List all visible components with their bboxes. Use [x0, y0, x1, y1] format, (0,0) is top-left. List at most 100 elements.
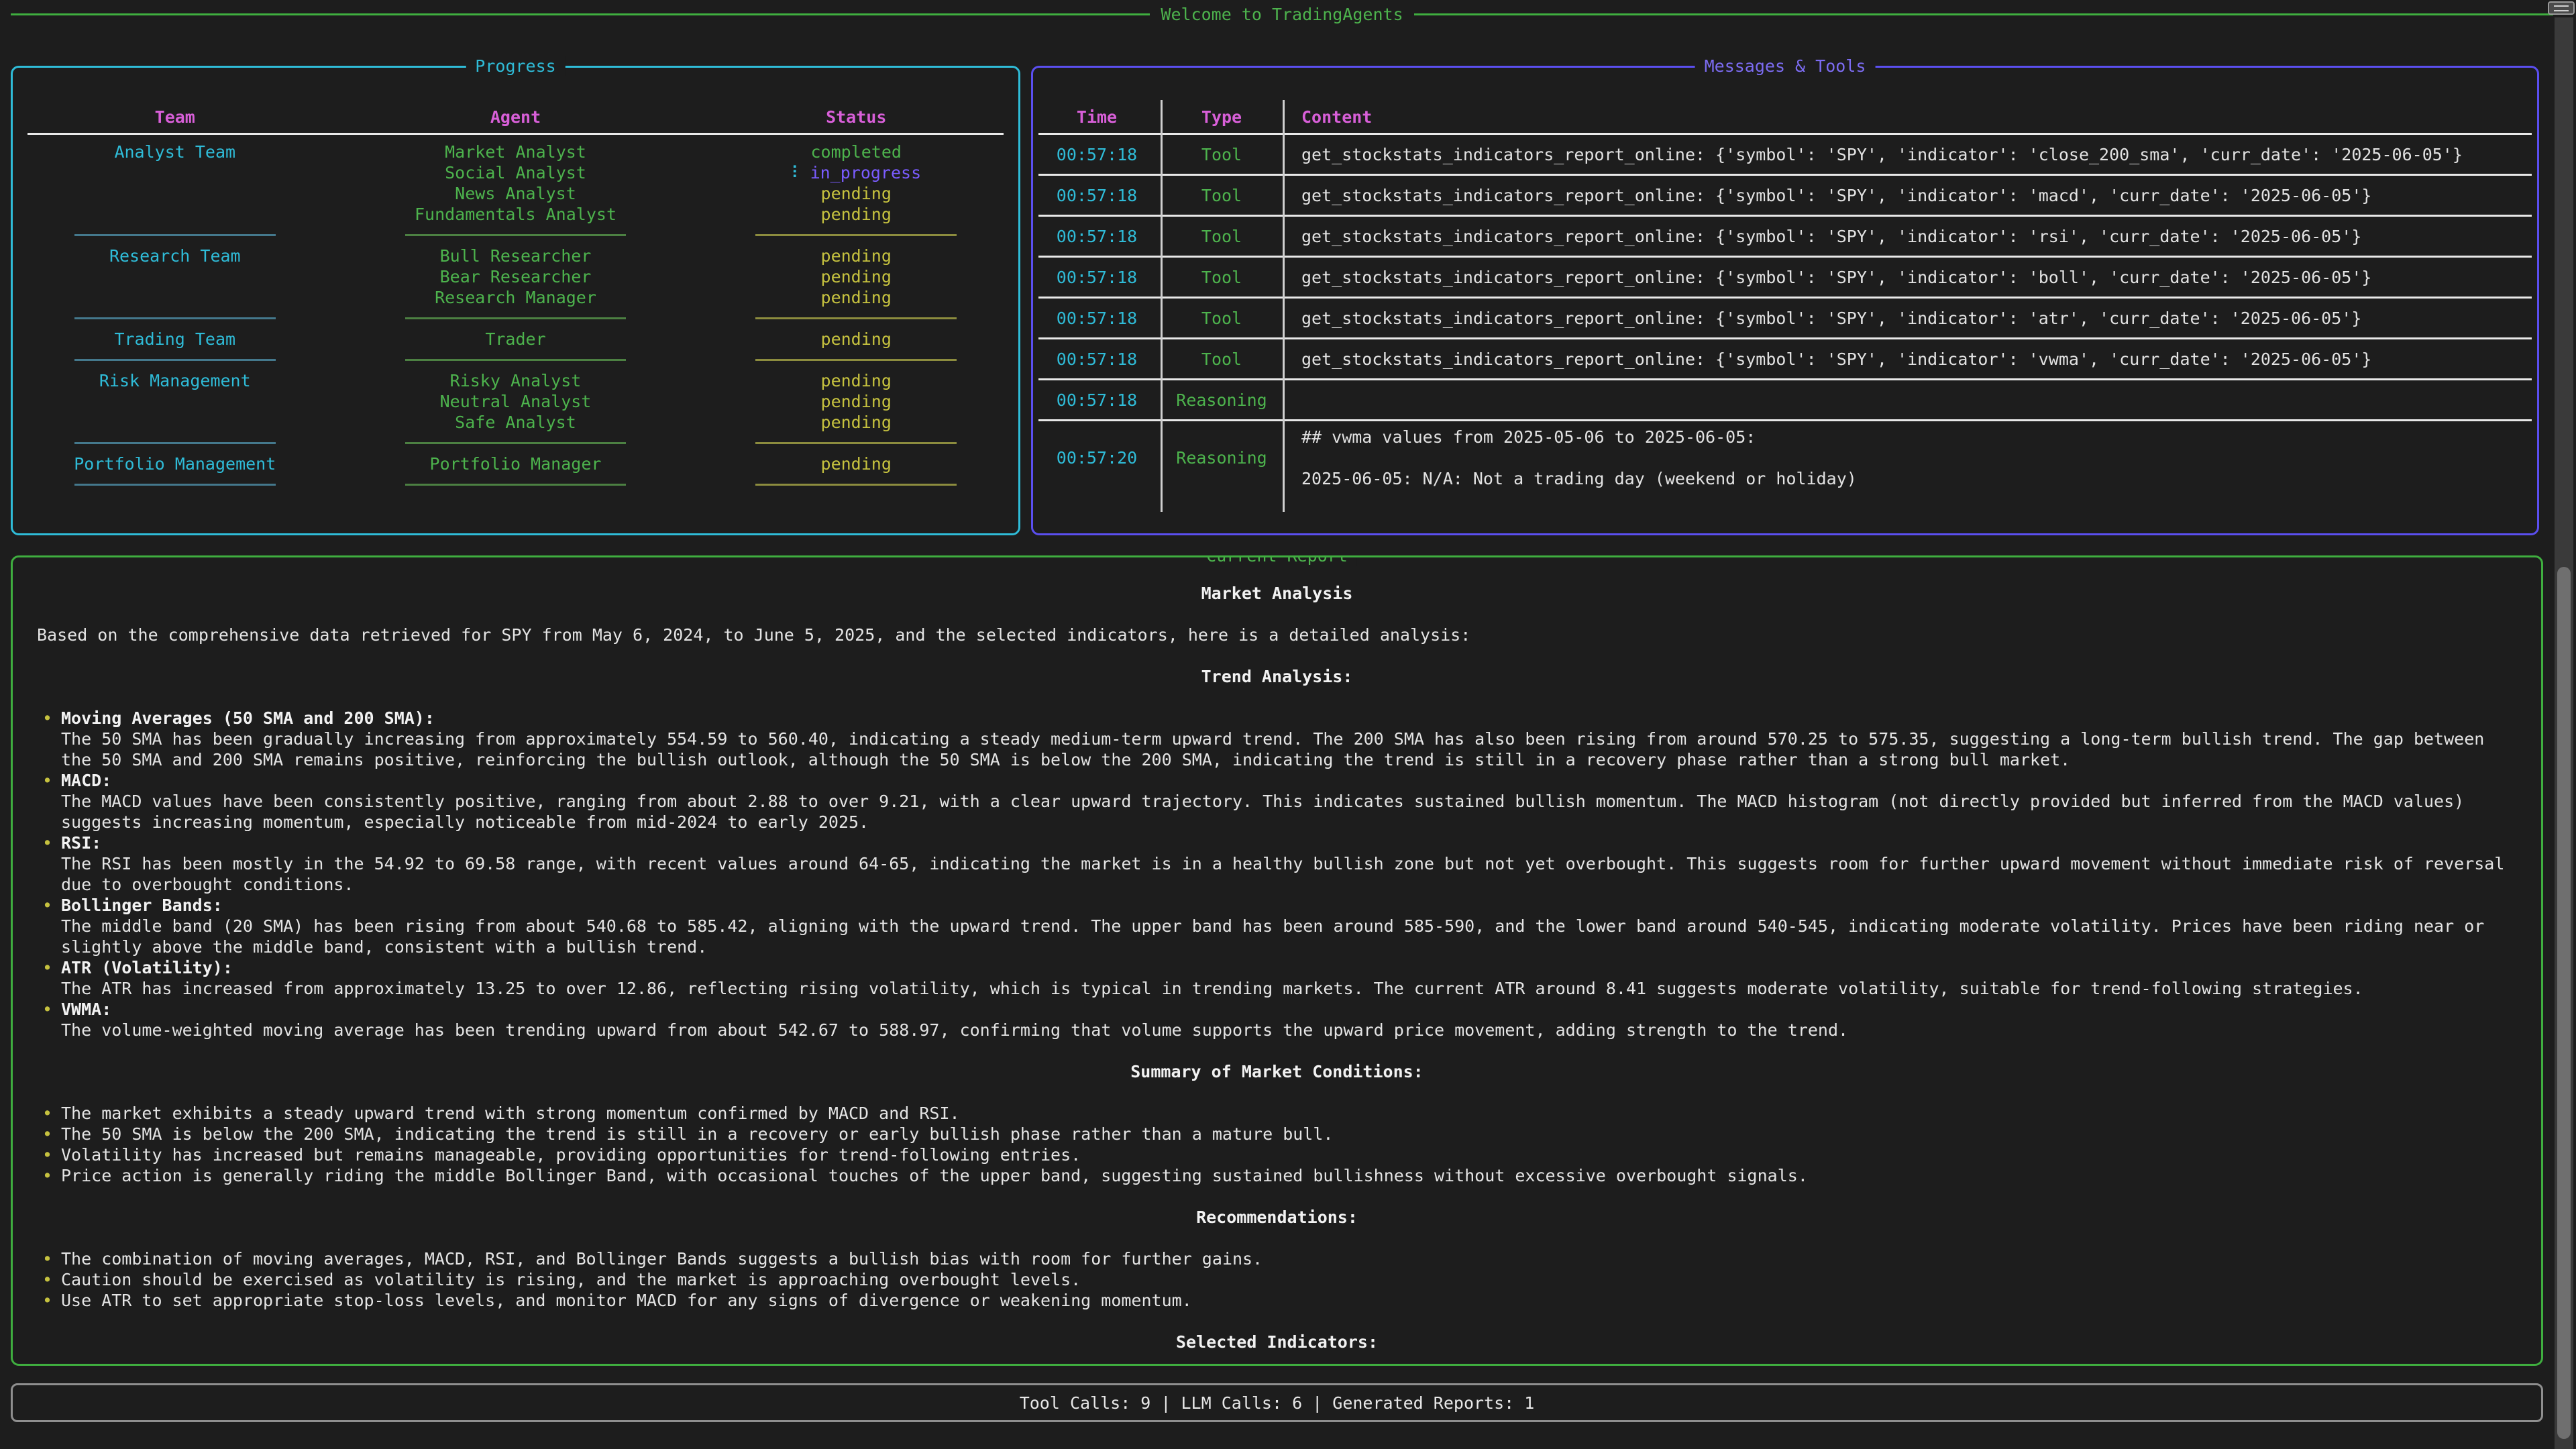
bullet-label: Moving Averages (50 SMA and 200 SMA): — [61, 708, 2517, 729]
current-report-panel: Current Report Market AnalysisBased on t… — [11, 555, 2543, 1366]
agent-status-cell: pending — [694, 183, 1018, 204]
separator-line — [755, 234, 957, 236]
status-text: pending — [821, 392, 892, 411]
bullet-label: RSI: — [61, 833, 2517, 853]
team-name-cell — [13, 183, 337, 204]
messages-table-header: Time Type Content — [1033, 107, 2537, 127]
report-bullet: Volatility has increased but remains man… — [37, 1144, 2517, 1165]
agent-status-cell: pending — [694, 204, 1018, 225]
team-name-cell — [13, 391, 337, 412]
progress-panel: Progress Team Agent Status Analyst TeamM… — [11, 66, 1020, 535]
agent-status-cell: pending — [694, 391, 1018, 412]
progress-table-header: Team Agent Status — [13, 107, 1018, 127]
progress-col-team: Team — [13, 107, 337, 127]
bullet-text: The middle band (20 SMA) has been rising… — [61, 916, 2517, 957]
message-content: get_stockstats_indicators_report_online:… — [1283, 262, 2537, 293]
report-heading: Recommendations: — [37, 1207, 2517, 1228]
message-time: 00:57:18 — [1033, 267, 1161, 288]
message-content: get_stockstats_indicators_report_online:… — [1283, 180, 2537, 211]
team-separator — [13, 474, 337, 495]
stats-text: Tool Calls: 9 | LLM Calls: 6 | Generated… — [1020, 1393, 1535, 1413]
team-separator — [337, 474, 694, 495]
bullet-text: Caution should be exercised as volatilit… — [61, 1269, 2517, 1290]
team-separator — [13, 350, 337, 370]
message-time: 00:57:18 — [1033, 226, 1161, 247]
status-text: pending — [821, 454, 892, 474]
message-type: Tool — [1161, 226, 1283, 247]
report-heading: Selected Indicators: — [37, 1332, 2517, 1352]
bullet-label: Bollinger Bands: — [61, 895, 2517, 916]
report-bullet: Bollinger Bands:The middle band (20 SMA)… — [37, 895, 2517, 957]
report-paragraph: Based on the comprehensive data retrieve… — [37, 625, 2517, 645]
bullet-text: The 50 SMA has been gradually increasing… — [61, 729, 2517, 770]
team-separator — [13, 433, 337, 453]
message-time: 00:57:18 — [1033, 308, 1161, 329]
hamburger-icon — [2554, 5, 2569, 11]
agent-name-cell: Bull Researcher — [337, 246, 694, 266]
message-content: get_stockstats_indicators_report_online:… — [1283, 139, 2537, 170]
report-bullet: MACD:The MACD values have been consisten… — [37, 770, 2517, 833]
report-heading: Trend Analysis: — [37, 666, 2517, 687]
separator-line — [755, 442, 957, 444]
message-time: 00:57:18 — [1033, 349, 1161, 370]
separator-line — [74, 234, 276, 236]
agent-name-cell: Research Manager — [337, 287, 694, 308]
status-text: pending — [821, 184, 892, 203]
message-row: 00:57:18Toolget_stockstats_indicators_re… — [1033, 135, 2537, 174]
progress-rows: Analyst TeamMarket AnalystcompletedSocia… — [13, 142, 1018, 495]
team-name-cell — [13, 287, 337, 308]
report-bullet: RSI:The RSI has been mostly in the 54.92… — [37, 833, 2517, 895]
team-separator — [337, 350, 694, 370]
bullet-label: VWMA: — [61, 999, 2517, 1020]
scrollbar-thumb[interactable] — [2557, 567, 2571, 1439]
report-bullet-list: Moving Averages (50 SMA and 200 SMA):The… — [37, 708, 2517, 1040]
status-text: in_progress — [810, 163, 922, 182]
report-bullet-list: The market exhibits a steady upward tren… — [37, 1103, 2517, 1186]
message-row: 00:57:18Toolget_stockstats_indicators_re… — [1033, 217, 2537, 256]
status-text: completed — [810, 142, 901, 162]
progress-panel-title: Progress — [466, 56, 565, 76]
team-separator — [337, 308, 694, 329]
report-bullet: Use ATR to set appropriate stop-loss lev… — [37, 1290, 2517, 1311]
message-content: get_stockstats_indicators_report_online:… — [1283, 303, 2537, 334]
team-separator — [337, 225, 694, 246]
bullet-text: The 50 SMA is below the 200 SMA, indicat… — [61, 1124, 2517, 1144]
messages-table: Time Type Content 00:57:18Toolget_stocks… — [1033, 68, 2537, 494]
message-row: 00:57:18Reasoning — [1033, 380, 2537, 419]
separator-line — [405, 484, 627, 486]
agent-status-cell: pending — [694, 287, 1018, 308]
report-bullet: Price action is generally riding the mid… — [37, 1165, 2517, 1186]
report-bullet: Caution should be exercised as volatilit… — [37, 1269, 2517, 1290]
team-separator — [694, 350, 1018, 370]
report-bullet-list: The combination of moving averages, MACD… — [37, 1248, 2517, 1311]
team-name-cell — [13, 162, 337, 183]
bullet-text: Volatility has increased but remains man… — [61, 1144, 2517, 1165]
bullet-text: The volume-weighted moving average has b… — [61, 1020, 2517, 1040]
separator-line — [405, 359, 627, 361]
agent-status-cell: completed — [694, 142, 1018, 162]
separator-line — [74, 317, 276, 319]
message-type: Reasoning — [1161, 447, 1283, 468]
report-bullet: The combination of moving averages, MACD… — [37, 1248, 2517, 1269]
message-row: 00:57:18Toolget_stockstats_indicators_re… — [1033, 176, 2537, 215]
status-text: pending — [821, 246, 892, 266]
separator-line — [405, 317, 627, 319]
status-text: pending — [821, 329, 892, 349]
messages-tools-panel: Messages & Tools Time Type Content 00:57… — [1031, 66, 2539, 535]
bullet-text: The RSI has been mostly in the 54.92 to … — [61, 853, 2517, 895]
team-name-cell: Trading Team — [13, 329, 337, 350]
message-row: 00:57:18Toolget_stockstats_indicators_re… — [1033, 339, 2537, 378]
bullet-text: Use ATR to set appropriate stop-loss lev… — [61, 1290, 2517, 1311]
messages-rows: 00:57:18Toolget_stockstats_indicators_re… — [1033, 135, 2537, 494]
message-row: 00:57:18Toolget_stockstats_indicators_re… — [1033, 299, 2537, 337]
agent-name-cell: Neutral Analyst — [337, 391, 694, 412]
report-panel-title: Current Report — [1197, 555, 1357, 566]
agent-status-cell: pending — [694, 329, 1018, 350]
message-type: Tool — [1161, 308, 1283, 329]
report-bullet: ATR (Volatility):The ATR has increased f… — [37, 957, 2517, 999]
separator-line — [755, 484, 957, 486]
status-text: pending — [821, 288, 892, 307]
messages-col-type: Type — [1161, 107, 1283, 127]
menu-icon[interactable] — [2548, 1, 2575, 15]
progress-col-agent: Agent — [337, 107, 694, 127]
